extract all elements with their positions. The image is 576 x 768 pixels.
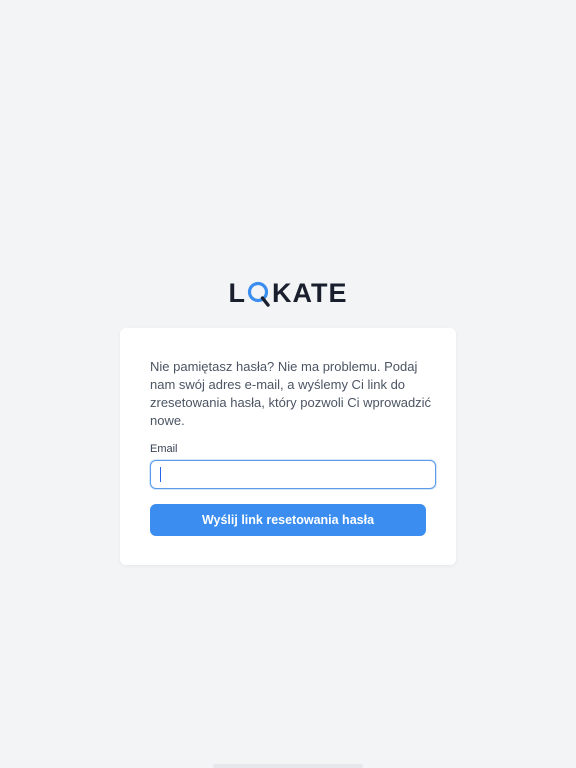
- logo-letters-kate: KATE: [272, 278, 348, 308]
- lokate-logo: L KATE: [0, 278, 576, 308]
- magnifier-q-icon: [247, 278, 271, 308]
- send-reset-link-button[interactable]: Wyślij link resetowania hasła: [150, 504, 426, 536]
- reset-password-card: Nie pamiętasz hasła? Nie ma problemu. Po…: [120, 328, 456, 565]
- email-label: Email: [150, 443, 178, 455]
- logo-wordmark: L KATE: [229, 278, 348, 308]
- reset-instructions: Nie pamiętasz hasła? Nie ma problemu. Po…: [150, 359, 432, 428]
- logo-letter-l: L: [228, 278, 246, 308]
- password-reset-page: L KATE Nie pamiętasz hasła? Nie ma probl…: [0, 0, 576, 768]
- email-input[interactable]: [150, 460, 436, 489]
- text-caret: [160, 467, 161, 482]
- home-indicator: [213, 764, 363, 768]
